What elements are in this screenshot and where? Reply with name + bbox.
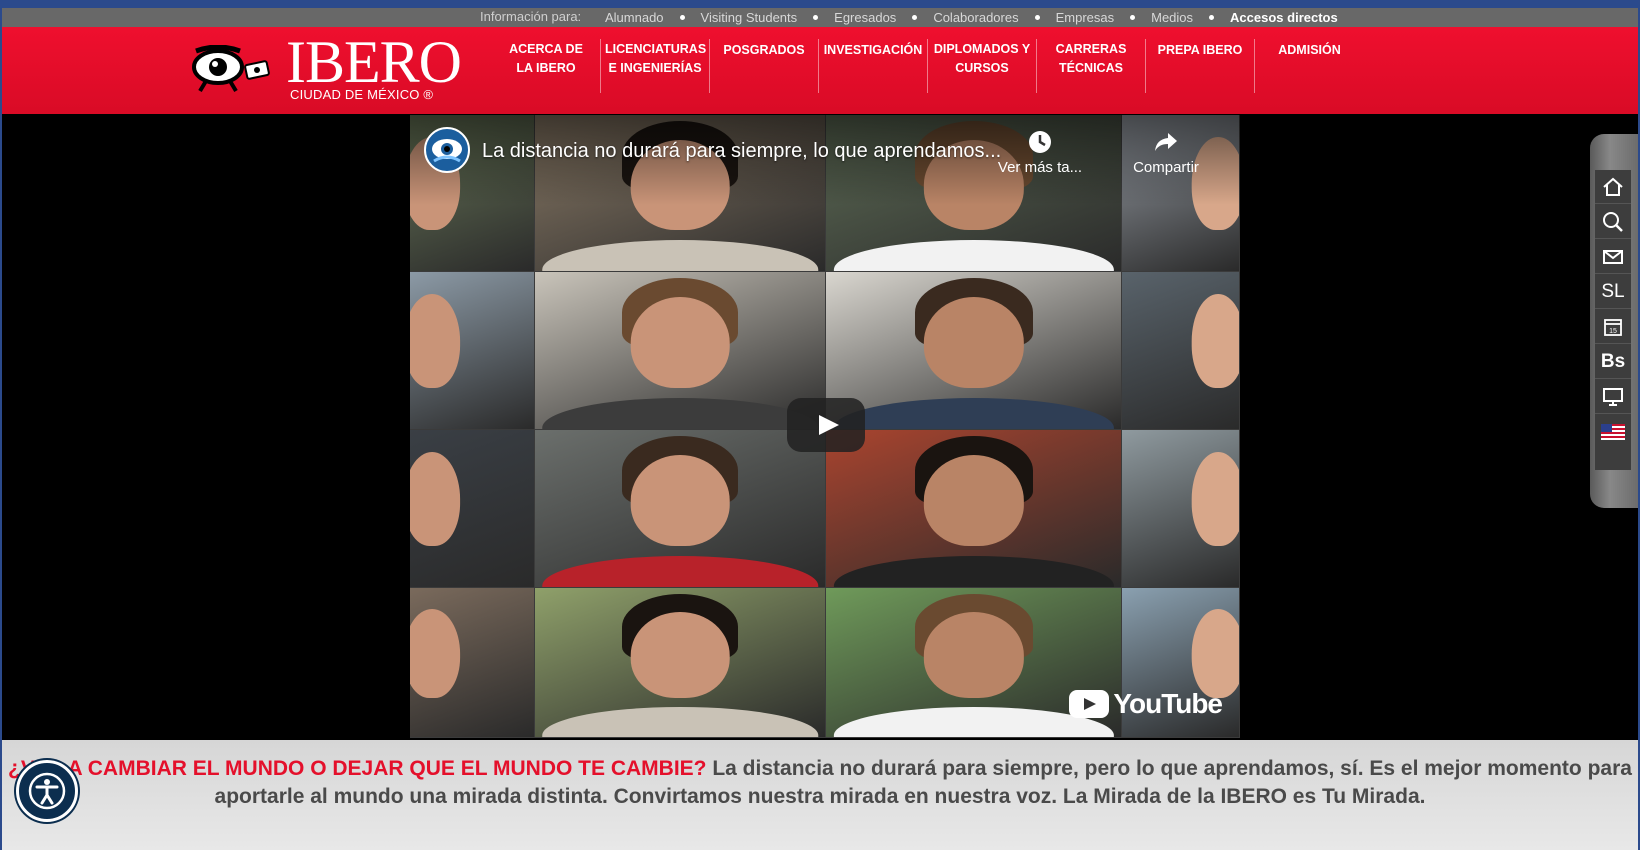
dock-button-column: SL 15 Bs xyxy=(1595,170,1631,470)
nav-label-line1: LICENCIATURAS xyxy=(605,42,707,56)
separator-dot xyxy=(912,15,918,20)
nav-label-line1: POSGRADOS xyxy=(723,42,805,57)
ibero-wordmark[interactable]: IBERO xyxy=(286,32,462,92)
ibero-city-label: CIUDAD DE MÉXICO ® xyxy=(290,87,434,102)
ibero-eye-logo-icon[interactable] xyxy=(192,44,270,93)
audience-link-medios[interactable]: Medios xyxy=(1151,10,1193,25)
audience-link-alumnado[interactable]: Alumnado xyxy=(605,10,664,25)
video-thumbnail-tile xyxy=(535,588,825,737)
audience-link-visiting-students[interactable]: Visiting Students xyxy=(701,10,798,25)
audience-lead: Información para: xyxy=(480,9,582,24)
audience-links: Alumnado Visiting Students Egresados Col… xyxy=(605,8,1338,27)
youtube-logo[interactable]: YouTube xyxy=(1069,688,1223,720)
audience-link-egresados[interactable]: Egresados xyxy=(834,10,896,25)
nav-label-line1: ACERCA DE xyxy=(509,42,583,56)
nav-diplomados-y-cursos[interactable]: DIPLOMADOS Y CURSOS xyxy=(928,39,1037,93)
home-icon[interactable] xyxy=(1595,170,1631,204)
nav-licenciaturas[interactable]: LICENCIATURAS E INGENIERÍAS xyxy=(601,39,710,93)
nav-prepa-ibero[interactable]: PREPA IBERO xyxy=(1146,39,1255,93)
youtube-wordmark: YouTube xyxy=(1113,688,1223,719)
audience-link-empresas[interactable]: Empresas xyxy=(1056,10,1115,25)
audience-bar: Información para: Alumnado Visiting Stud… xyxy=(2,8,1638,27)
video-thumbnail-tile xyxy=(535,430,825,587)
video-title[interactable]: La distancia no durará para siempre, lo … xyxy=(482,140,1001,163)
bs-button[interactable]: Bs xyxy=(1595,345,1631,379)
accesos-directos-link[interactable]: Accesos directos xyxy=(1230,10,1338,25)
channel-avatar-icon[interactable] xyxy=(424,127,470,173)
separator-dot xyxy=(1209,15,1215,20)
accessibility-icon[interactable] xyxy=(16,760,78,822)
sl-button[interactable]: SL xyxy=(1595,275,1631,309)
nav-label-line1: PREPA IBERO xyxy=(1157,42,1243,57)
video-thumbnail-tile xyxy=(1122,430,1239,587)
video-thumbnail-tile xyxy=(410,588,534,737)
share-button[interactable]: Compartir xyxy=(1116,129,1216,176)
nav-admision[interactable]: ADMISIÓN xyxy=(1255,39,1364,93)
video-thumbnail-tile xyxy=(410,430,534,587)
site-header: IBERO CIUDAD DE MÉXICO ® ACERCA DE LA IBE… xyxy=(2,27,1638,114)
video-thumbnail-tile xyxy=(826,272,1121,429)
quick-access-dock: SL 15 Bs xyxy=(1590,134,1638,508)
nav-acerca-de-la-ibero[interactable]: ACERCA DE LA IBERO xyxy=(492,39,601,93)
share-arrow-icon xyxy=(1155,133,1177,151)
separator-dot xyxy=(1130,15,1136,20)
video-thumbnail-tile xyxy=(535,272,825,429)
us-flag-icon[interactable] xyxy=(1595,415,1631,449)
nav-carreras-tecnicas[interactable]: CARRERAS TÉCNICAS xyxy=(1037,39,1146,93)
nav-label-line2: E INGENIERÍAS xyxy=(608,61,702,75)
mail-icon[interactable] xyxy=(1595,240,1631,274)
separator-dot xyxy=(679,15,685,20)
nav-label-line2: TÉCNICAS xyxy=(1059,61,1123,75)
search-icon[interactable] xyxy=(1595,205,1631,239)
nav-label-line2: LA IBERO xyxy=(516,61,576,75)
video-thumbnail-tile xyxy=(410,272,534,429)
campaign-banner: ¿VAS A CAMBIAR EL MUNDO O DEJAR QUE EL M… xyxy=(2,740,1638,850)
calendar-icon[interactable]: 15 xyxy=(1595,310,1631,344)
youtube-video-player[interactable]: La distancia no durará para siempre, lo … xyxy=(410,115,1240,738)
svg-text:15: 15 xyxy=(1609,328,1617,335)
separator-dot xyxy=(813,15,819,20)
nav-label-line1: INVESTIGACIÓN xyxy=(823,42,923,57)
video-thumbnail-tile xyxy=(826,430,1121,587)
nav-label-line1: ADMISIÓN xyxy=(1278,42,1341,57)
nav-label-line1: CARRERAS xyxy=(1055,42,1127,56)
nav-label-line2: CURSOS xyxy=(955,61,1009,75)
campaign-message: ¿VAS A CAMBIAR EL MUNDO O DEJAR QUE EL M… xyxy=(2,755,1638,811)
watch-later-button[interactable]: Ver más ta... xyxy=(990,129,1090,176)
audience-link-colaboradores[interactable]: Colaboradores xyxy=(933,10,1018,25)
separator-dot xyxy=(1034,15,1040,20)
nav-investigacion[interactable]: INVESTIGACIÓN xyxy=(819,39,928,93)
nav-label-line1: DIPLOMADOS Y xyxy=(933,42,1031,56)
main-nav: ACERCA DE LA IBERO LICENCIATURAS E INGENIE… xyxy=(492,39,1364,93)
clock-icon xyxy=(1029,131,1051,153)
page: Información para: Alumnado Visiting Stud… xyxy=(2,8,1638,850)
video-thumbnail-tile xyxy=(1122,272,1239,429)
share-label: Compartir xyxy=(1133,159,1199,176)
monitor-icon[interactable] xyxy=(1595,380,1631,414)
nav-posgrados[interactable]: POSGRADOS xyxy=(710,39,819,93)
campaign-headline: ¿VAS A CAMBIAR EL MUNDO O DEJAR QUE EL M… xyxy=(8,757,707,780)
youtube-play-icon xyxy=(1069,690,1110,718)
play-button[interactable] xyxy=(787,398,865,452)
watch-later-label: Ver más ta... xyxy=(997,159,1083,176)
